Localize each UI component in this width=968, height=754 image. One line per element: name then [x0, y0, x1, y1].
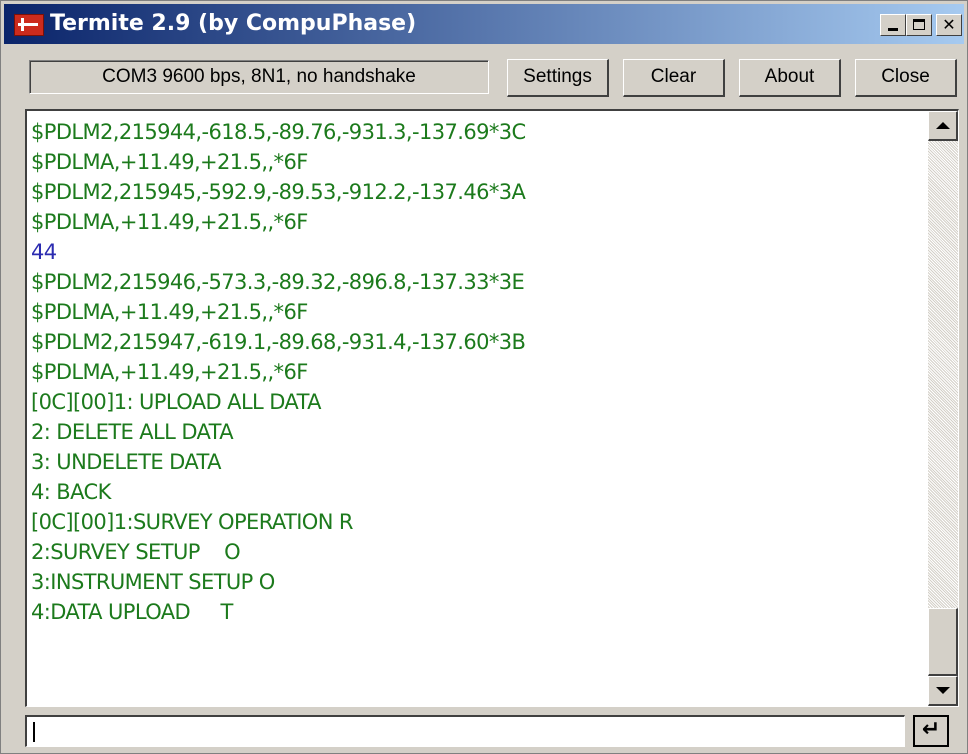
output-line: $PDLM2,215945,-592.9,-89.53,-912.2,-137.… — [31, 180, 526, 204]
close-icon: ✕ — [942, 15, 956, 34]
maximize-button[interactable] — [906, 14, 932, 36]
minimize-button[interactable] — [880, 14, 906, 36]
output-line: 44 — [31, 240, 57, 264]
settings-button[interactable]: Settings — [507, 59, 609, 97]
about-button[interactable]: About — [739, 59, 841, 97]
close-button[interactable]: Close — [855, 59, 957, 97]
output-lines: $PDLM2,215944,-618.5,-89.76,-931.3,-137.… — [31, 117, 921, 627]
scroll-down-button[interactable] — [928, 676, 958, 706]
output-line: [0C][00]1: UPLOAD ALL DATA — [31, 390, 322, 414]
output-line: $PDLMA,+11.49,+21.5,,*6F — [31, 150, 308, 174]
output-line: 3:INSTRUMENT SETUP O — [31, 570, 275, 594]
output-line: 4: BACK — [31, 480, 111, 504]
output-line: [0C][00]1:SURVEY OPERATION R — [31, 510, 354, 534]
arrow-down-icon — [936, 687, 950, 694]
output-line: 3: UNDELETE DATA — [31, 450, 221, 474]
maximize-icon — [913, 19, 925, 30]
window-title: Termite 2.9 (by CompuPhase) — [50, 11, 417, 36]
scrollbar-thumb[interactable] — [928, 608, 958, 676]
clear-button[interactable]: Clear — [623, 59, 725, 97]
vertical-scrollbar[interactable] — [928, 111, 958, 706]
output-line: $PDLM2,215947,-619.1,-89.68,-931.4,-137.… — [31, 330, 526, 354]
close-button-label: Close — [881, 66, 930, 87]
output-line: $PDLM2,215946,-573.3,-89.32,-896.8,-137.… — [31, 270, 525, 294]
termite-app-icon[interactable] — [14, 14, 44, 36]
clear-button-label: Clear — [650, 66, 697, 87]
termite-window: Termite 2.9 (by CompuPhase) ✕ COM3 9600 … — [0, 0, 968, 754]
title-bar[interactable]: Termite 2.9 (by CompuPhase) ✕ — [4, 4, 964, 44]
arrow-up-icon — [936, 122, 950, 129]
window-close-button[interactable]: ✕ — [936, 14, 962, 36]
settings-button-label: Settings — [523, 66, 592, 87]
terminal-output[interactable]: $PDLM2,215944,-618.5,-89.76,-931.3,-137.… — [25, 109, 959, 707]
output-line: $PDLMA,+11.49,+21.5,,*6F — [31, 300, 308, 324]
send-button[interactable]: ↵ — [913, 715, 949, 747]
minimize-icon — [888, 28, 898, 31]
output-line: 2:SURVEY SETUP O — [31, 540, 241, 564]
output-line: $PDLMA,+11.49,+21.5,,*6F — [31, 360, 308, 384]
command-input-box[interactable] — [25, 715, 905, 747]
about-button-label: About — [764, 66, 815, 87]
output-line: $PDLM2,215944,-618.5,-89.76,-931.3,-137.… — [31, 120, 526, 144]
output-line: 2: DELETE ALL DATA — [31, 420, 234, 444]
enter-arrow-icon: ↵ — [921, 717, 941, 742]
command-input[interactable] — [31, 719, 895, 745]
output-line: 4:DATA UPLOAD T — [31, 600, 233, 624]
connection-status: COM3 9600 bps, 8N1, no handshake — [29, 60, 489, 94]
scroll-up-button[interactable] — [928, 111, 958, 141]
output-line: $PDLMA,+11.49,+21.5,,*6F — [31, 210, 308, 234]
